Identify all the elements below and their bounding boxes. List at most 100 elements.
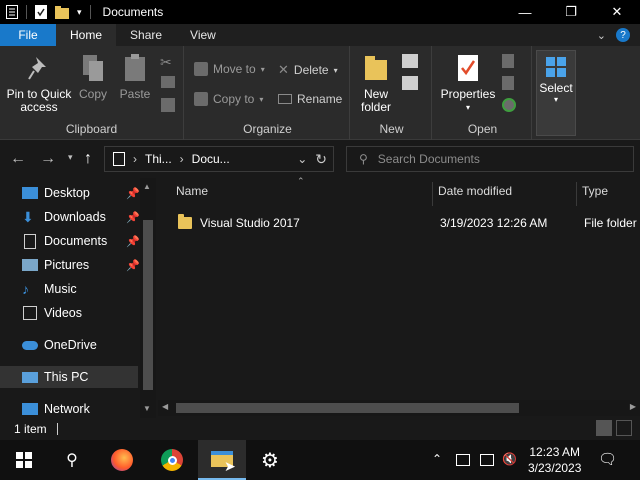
- new-folder-icon[interactable]: [55, 5, 69, 19]
- open-icon[interactable]: [502, 54, 514, 68]
- ribbon-tabs: File Home Share View ⌄ ?: [0, 24, 640, 46]
- up-arrow-icon[interactable]: ↑: [84, 150, 92, 168]
- file-row[interactable]: Visual Studio 2017 3/19/2023 12:26 AM Fi…: [178, 212, 638, 234]
- minimize-ribbon-icon[interactable]: ⌄: [597, 29, 606, 42]
- navigation-bar: ← → ▾ ↑ › Thi... › Docu... ⌄ ↻ ⚲ Search …: [0, 140, 640, 178]
- scroll-down-icon[interactable]: ▼: [143, 404, 151, 413]
- minimize-button[interactable]: —: [502, 0, 548, 24]
- title-bar: ▾ Documents — ❐ ✕: [0, 0, 640, 24]
- copy-button[interactable]: Copy: [76, 52, 110, 101]
- file-explorer-taskbar-button[interactable]: ➤: [198, 440, 246, 480]
- column-divider[interactable]: [432, 182, 433, 206]
- column-divider[interactable]: [576, 182, 577, 206]
- horizontal-scrollbar[interactable]: ◀ ▶: [158, 400, 640, 416]
- notifications-icon[interactable]: 🗨: [598, 450, 617, 468]
- easy-access-icon[interactable]: [402, 76, 418, 90]
- search-icon: ⚲: [359, 152, 368, 166]
- history-icon[interactable]: [502, 98, 516, 112]
- new-folder-label-line2: folder: [360, 100, 392, 114]
- scrollbar-thumb[interactable]: [143, 220, 153, 390]
- open-group: Properties ▾ Open: [434, 46, 532, 140]
- file-name: Visual Studio 2017: [200, 216, 300, 230]
- paste-button[interactable]: Paste: [118, 52, 152, 101]
- column-header-name[interactable]: Name: [176, 184, 208, 198]
- sidebar-item-music[interactable]: ♪ Music: [22, 278, 140, 300]
- sidebar-item-onedrive[interactable]: OneDrive: [22, 334, 140, 356]
- column-header-date-modified[interactable]: Date modified: [438, 184, 512, 198]
- column-header-type[interactable]: Type: [582, 184, 608, 198]
- sidebar-item-pictures[interactable]: Pictures 📌: [22, 254, 140, 276]
- chevron-down-icon: ▾: [553, 95, 558, 104]
- chrome-taskbar-button[interactable]: [148, 440, 196, 480]
- scroll-up-icon[interactable]: ▲: [143, 182, 151, 191]
- tab-view[interactable]: View: [176, 24, 230, 46]
- help-icon[interactable]: ?: [616, 28, 630, 42]
- maximize-button[interactable]: ❐: [548, 0, 594, 24]
- select-button[interactable]: Select ▾: [536, 50, 576, 136]
- new-item-icon[interactable]: [402, 54, 418, 68]
- scroll-left-icon[interactable]: ◀: [162, 402, 168, 411]
- rename-button[interactable]: Rename: [278, 92, 342, 106]
- app-icon[interactable]: [6, 5, 18, 19]
- rename-icon: [278, 94, 292, 104]
- edit-icon[interactable]: [502, 76, 514, 90]
- onedrive-icon: [22, 340, 38, 350]
- forward-arrow-icon[interactable]: →: [40, 150, 56, 168]
- pictures-icon: [22, 259, 38, 271]
- search-button[interactable]: ⚲: [48, 440, 96, 480]
- sidebar-scrollbar[interactable]: ▲ ▼: [140, 178, 156, 418]
- properties-button[interactable]: Properties ▾: [438, 52, 498, 114]
- delete-button[interactable]: ✕ Delete ▾: [278, 62, 338, 78]
- sidebar-item-downloads[interactable]: ⬇ Downloads 📌: [22, 206, 140, 228]
- this-pc-icon: [22, 371, 38, 383]
- copy-to-button[interactable]: Copy to ▾: [194, 92, 263, 106]
- cut-icon[interactable]: ✂: [160, 54, 172, 71]
- address-dropdown-icon[interactable]: ⌄: [297, 152, 307, 166]
- properties-icon: [452, 52, 484, 84]
- details-view-icon[interactable]: [596, 420, 612, 436]
- properties-icon[interactable]: [35, 5, 47, 19]
- search-input[interactable]: ⚲ Search Documents: [346, 146, 634, 172]
- windows-logo-icon: [16, 452, 32, 468]
- new-folder-button[interactable]: New folder: [358, 52, 394, 114]
- music-icon: ♪: [22, 281, 29, 297]
- recent-locations-icon[interactable]: ▾: [68, 152, 73, 163]
- volume-muted-icon[interactable]: 🔇: [502, 452, 517, 466]
- tab-home[interactable]: Home: [56, 24, 117, 46]
- breadcrumb-documents[interactable]: Docu...: [192, 152, 230, 166]
- search-placeholder: Search Documents: [377, 152, 480, 166]
- defender-icon[interactable]: [456, 454, 470, 466]
- sidebar-item-documents[interactable]: Documents 📌: [22, 230, 140, 252]
- copy-path-icon[interactable]: [161, 76, 175, 88]
- back-arrow-icon[interactable]: ←: [10, 150, 26, 168]
- show-hidden-icons-icon[interactable]: ⌃: [432, 452, 442, 466]
- network-status-icon[interactable]: [480, 454, 494, 466]
- downloads-icon: ⬇: [22, 208, 34, 225]
- address-bar[interactable]: › Thi... › Docu... ⌄ ↻: [104, 146, 334, 172]
- refresh-icon[interactable]: ↻: [315, 151, 327, 168]
- close-button[interactable]: ✕: [594, 0, 640, 24]
- pin-label-line2: access: [20, 100, 58, 114]
- clipboard-group-label: Clipboard: [65, 122, 118, 136]
- move-to-button[interactable]: Move to ▾: [194, 62, 265, 76]
- firefox-taskbar-button[interactable]: [98, 440, 146, 480]
- window-title: Documents: [102, 5, 164, 19]
- sidebar-item-label: This PC: [44, 370, 89, 384]
- start-button[interactable]: [0, 440, 48, 480]
- clock[interactable]: 12:23 AM 3/23/2023: [528, 444, 581, 476]
- tab-share[interactable]: Share: [116, 24, 176, 46]
- breadcrumb-this-pc[interactable]: Thi...: [145, 152, 172, 166]
- sidebar-item-desktop[interactable]: Desktop 📌: [22, 182, 140, 204]
- tab-file[interactable]: File: [0, 24, 56, 46]
- settings-taskbar-button[interactable]: ⚙: [246, 440, 294, 480]
- large-icons-view-icon[interactable]: [616, 420, 632, 436]
- paste-shortcut-icon[interactable]: [161, 98, 175, 112]
- sidebar-item-label: Music: [44, 282, 77, 296]
- scroll-right-icon[interactable]: ▶: [630, 402, 636, 411]
- scrollbar-thumb[interactable]: [176, 403, 519, 413]
- sidebar-item-this-pc[interactable]: This PC: [0, 366, 138, 388]
- pin-to-quick-access-button[interactable]: Pin to Quick access: [6, 52, 72, 114]
- sidebar-item-network[interactable]: Network: [22, 398, 140, 420]
- sidebar-item-videos[interactable]: Videos: [22, 302, 140, 324]
- customize-quick-access-icon[interactable]: ▾: [77, 7, 82, 18]
